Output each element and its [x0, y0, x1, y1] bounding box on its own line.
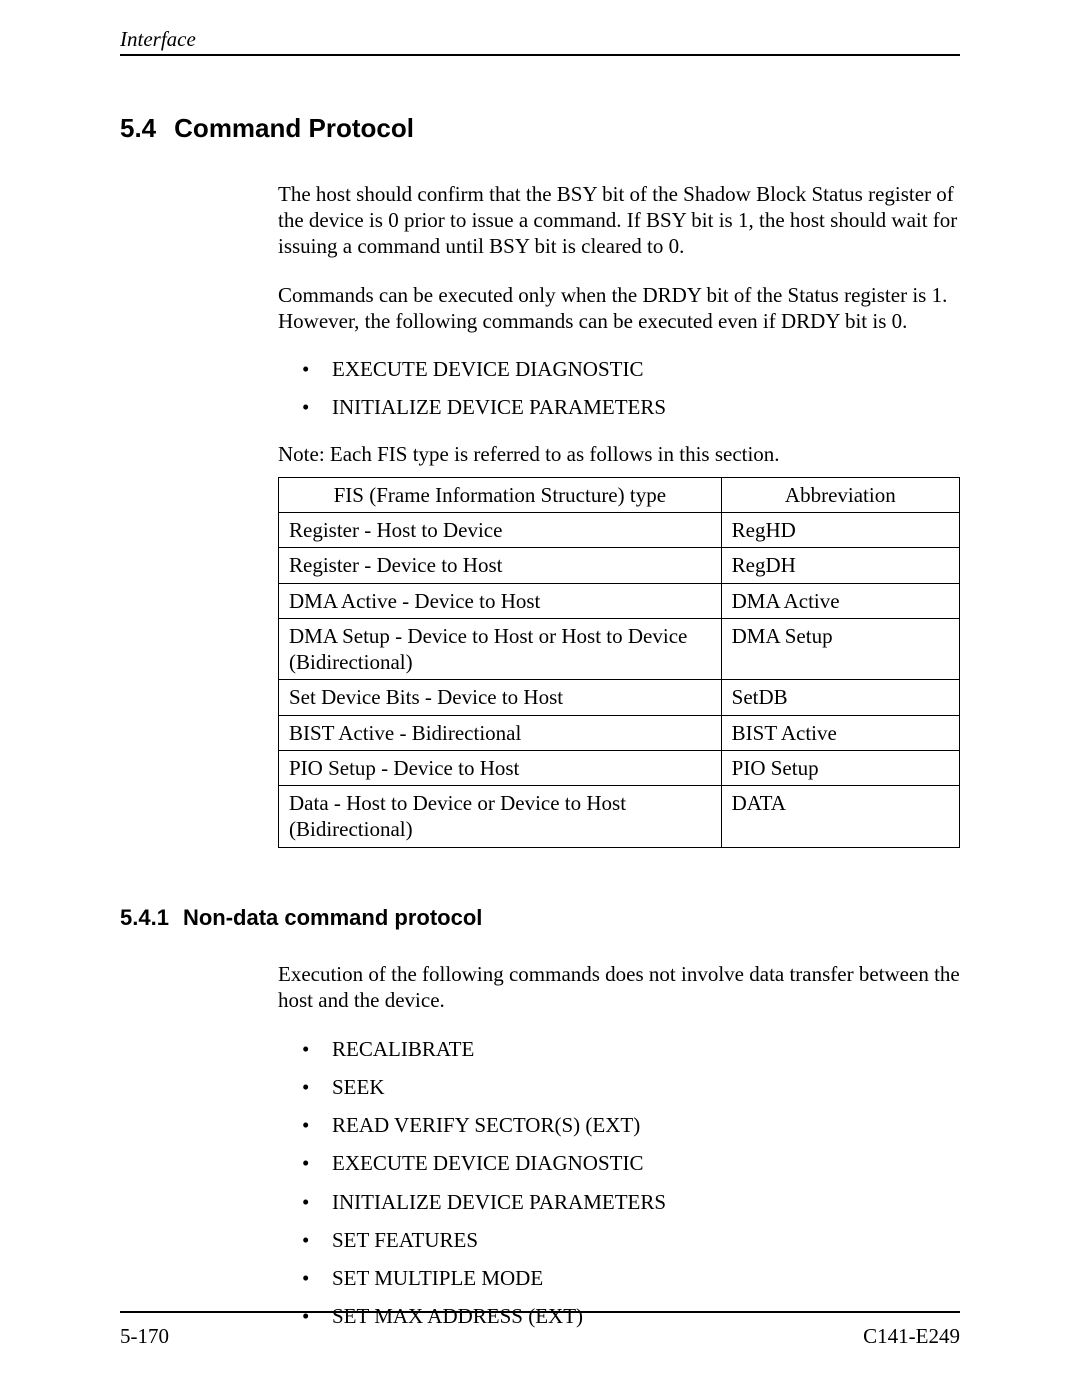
list-item: EXECUTE DEVICE DIAGNOSTIC — [278, 356, 960, 382]
note: Note: Each FIS type is referred to as fo… — [278, 441, 960, 467]
list-item: SET FEATURES — [278, 1227, 960, 1253]
table-cell: DMA Active - Device to Host — [279, 583, 722, 618]
list-item: INITIALIZE DEVICE PARAMETERS — [278, 394, 960, 420]
table-header-cell: Abbreviation — [721, 477, 959, 512]
table-header-cell: FIS (Frame Information Structure) type — [279, 477, 722, 512]
exception-commands-list: EXECUTE DEVICE DIAGNOSTIC INITIALIZE DEV… — [278, 356, 960, 421]
table-cell: Register - Device to Host — [279, 548, 722, 583]
table-cell: DMA Setup — [721, 618, 959, 680]
table-row: PIO Setup - Device to Host PIO Setup — [279, 750, 960, 785]
subsection-number: 5.4.1 — [120, 905, 169, 930]
table-cell: DMA Setup - Device to Host or Host to De… — [279, 618, 722, 680]
subsection-heading: 5.4.1 Non-data command protocol — [120, 904, 960, 932]
table-row: Register - Device to Host RegDH — [279, 548, 960, 583]
table-cell: RegDH — [721, 548, 959, 583]
running-head: Interface — [120, 0, 960, 56]
section-heading: 5.4 Command Protocol — [120, 112, 960, 145]
table-cell: DATA — [721, 786, 959, 848]
section-title: Command Protocol — [174, 113, 414, 143]
table-cell: DMA Active — [721, 583, 959, 618]
paragraph: Commands can be executed only when the D… — [278, 282, 960, 335]
page-number: 5-170 — [120, 1323, 169, 1349]
document-code: C141-E249 — [863, 1323, 960, 1349]
table-row: DMA Active - Device to Host DMA Active — [279, 583, 960, 618]
section-number: 5.4 — [120, 113, 156, 143]
table-row: DMA Setup - Device to Host or Host to De… — [279, 618, 960, 680]
subsection-title: Non-data command protocol — [183, 905, 482, 930]
table-row: Register - Host to Device RegHD — [279, 513, 960, 548]
table-cell: PIO Setup - Device to Host — [279, 750, 722, 785]
list-item: SEEK — [278, 1074, 960, 1100]
table-header-row: FIS (Frame Information Structure) type A… — [279, 477, 960, 512]
table-cell: PIO Setup — [721, 750, 959, 785]
non-data-commands-list: RECALIBRATE SEEK READ VERIFY SECTOR(S) (… — [278, 1036, 960, 1330]
table-row: Set Device Bits - Device to Host SetDB — [279, 680, 960, 715]
page-footer: 5-170 C141-E249 — [120, 1311, 960, 1349]
table-cell: Set Device Bits - Device to Host — [279, 680, 722, 715]
paragraph: Execution of the following commands does… — [278, 961, 960, 1014]
paragraph: The host should confirm that the BSY bit… — [278, 181, 960, 260]
fis-abbreviation-table: FIS (Frame Information Structure) type A… — [278, 477, 960, 848]
table-row: Data - Host to Device or Device to Host … — [279, 786, 960, 848]
list-item: RECALIBRATE — [278, 1036, 960, 1062]
table-row: BIST Active - Bidirectional BIST Active — [279, 715, 960, 750]
list-item: SET MULTIPLE MODE — [278, 1265, 960, 1291]
table-cell: BIST Active - Bidirectional — [279, 715, 722, 750]
table-cell: Data - Host to Device or Device to Host … — [279, 786, 722, 848]
page: Interface 5.4 Command Protocol The host s… — [0, 0, 1080, 1397]
list-item: READ VERIFY SECTOR(S) (EXT) — [278, 1112, 960, 1138]
subsection-body: Execution of the following commands does… — [278, 961, 960, 1330]
table-cell: RegHD — [721, 513, 959, 548]
list-item: EXECUTE DEVICE DIAGNOSTIC — [278, 1150, 960, 1176]
list-item: INITIALIZE DEVICE PARAMETERS — [278, 1189, 960, 1215]
table-cell: BIST Active — [721, 715, 959, 750]
table-cell: SetDB — [721, 680, 959, 715]
table-cell: Register - Host to Device — [279, 513, 722, 548]
section-body: The host should confirm that the BSY bit… — [278, 181, 960, 848]
